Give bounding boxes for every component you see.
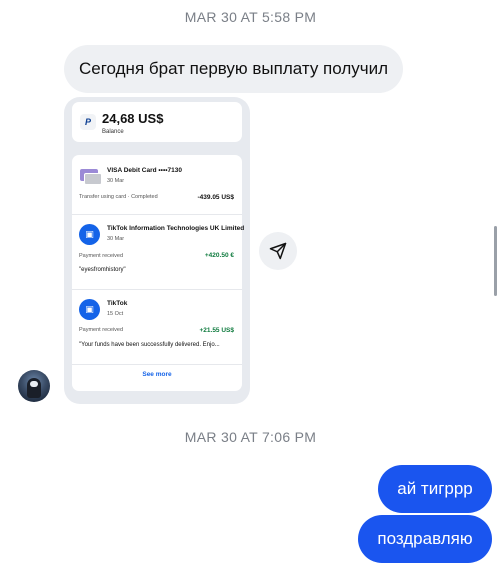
transaction-row: ▣ TikTok 15 Oct Payment received +21.55 … bbox=[72, 290, 242, 364]
shared-screenshot-card[interactable]: P 24,68 US$ Balance VISA Debit Card ••••… bbox=[64, 97, 250, 404]
card-icon bbox=[80, 169, 102, 185]
transaction-note: "eyesfromhistory" bbox=[79, 267, 126, 273]
store-icon: ▣ bbox=[79, 299, 100, 320]
transaction-name: TikTok bbox=[107, 300, 128, 307]
incoming-message-bubble[interactable]: Сегодня брат первую выплату получил bbox=[64, 45, 404, 93]
transaction-row: VISA Debit Card ••••7130 30 Mar Transfer… bbox=[72, 163, 242, 213]
transaction-name: VISA Debit Card ••••7130 bbox=[107, 167, 182, 174]
transaction-amount: +420.50 € bbox=[204, 252, 234, 259]
transaction-date: 15 Oct bbox=[107, 311, 124, 317]
timestamp: MAR 30 AT 7:06 PM bbox=[184, 429, 317, 445]
transaction-row: ▣ TikTok Information Technologies UK Lim… bbox=[72, 215, 245, 289]
divider bbox=[72, 364, 242, 365]
transaction-amount: -439.05 US$ bbox=[197, 194, 235, 201]
scrollbar[interactable] bbox=[494, 226, 497, 296]
outgoing-message-bubble[interactable]: ай тигррр bbox=[378, 465, 492, 513]
paypal-icon: P bbox=[80, 114, 96, 130]
transaction-date: 30 Mar bbox=[107, 236, 125, 242]
outgoing-message-bubble[interactable]: поздравляю bbox=[358, 515, 492, 563]
avatar[interactable] bbox=[18, 370, 50, 402]
transactions-panel: VISA Debit Card ••••7130 30 Mar Transfer… bbox=[72, 155, 245, 391]
share-icon bbox=[269, 242, 287, 260]
balance-amount: 24,68 US$ bbox=[102, 111, 164, 126]
see-more-link[interactable]: See more bbox=[72, 371, 242, 378]
store-icon: ▣ bbox=[79, 224, 100, 245]
balance-panel: P 24,68 US$ Balance bbox=[72, 102, 242, 142]
balance-label: Balance bbox=[102, 129, 124, 135]
transaction-amount: +21.55 US$ bbox=[199, 327, 234, 334]
transaction-note: "Your funds have been successfully deliv… bbox=[79, 342, 220, 348]
timestamp: MAR 30 AT 5:58 PM bbox=[184, 9, 317, 25]
transaction-status: Payment received bbox=[79, 327, 124, 333]
transaction-name: TikTok Information Technologies UK Limit… bbox=[107, 225, 245, 232]
transaction-status: Payment received bbox=[79, 253, 124, 259]
share-button[interactable] bbox=[259, 232, 297, 270]
transaction-status: Transfer using card · Completed bbox=[79, 194, 158, 200]
transaction-date: 30 Mar bbox=[107, 178, 125, 184]
